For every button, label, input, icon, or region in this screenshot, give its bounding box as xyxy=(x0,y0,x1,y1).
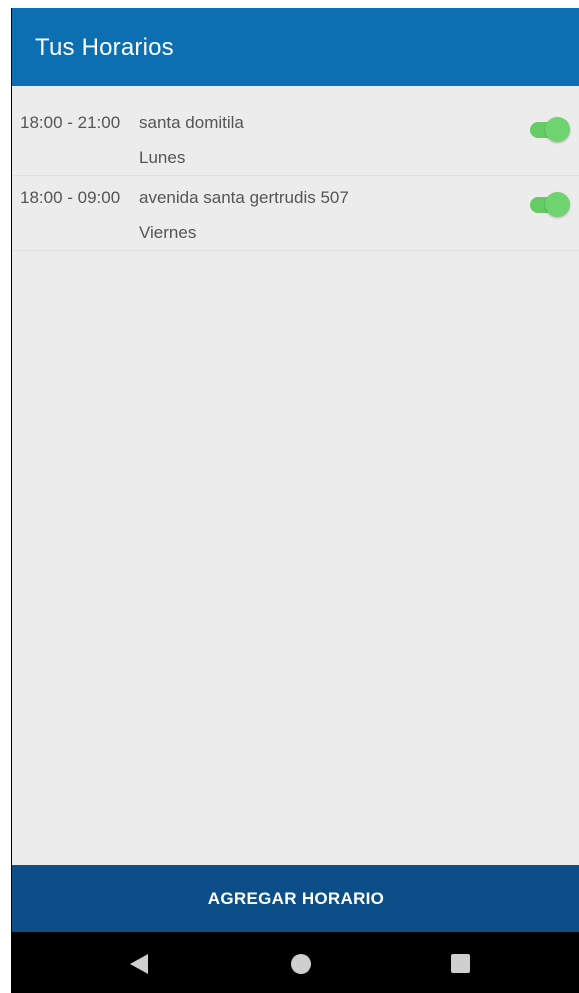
toggle-knob xyxy=(545,117,570,142)
app-bar: Tus Horarios xyxy=(12,8,579,86)
schedule-row[interactable]: 18:00 - 09:00 avenida santa gertrudis 50… xyxy=(12,176,579,251)
schedule-day: Viernes xyxy=(139,223,197,242)
recents-square-icon[interactable] xyxy=(451,954,470,973)
schedule-row[interactable]: 18:00 - 21:00 santa domitila Lunes xyxy=(12,101,579,176)
schedule-list: 18:00 - 21:00 santa domitila Lunes 18:00… xyxy=(12,101,579,251)
add-schedule-button[interactable]: AGREGAR HORARIO xyxy=(12,865,579,932)
schedule-toggle[interactable] xyxy=(530,192,570,217)
toggle-knob xyxy=(545,192,570,217)
app-screen: Tus Horarios 18:00 - 21:00 santa domitil… xyxy=(11,8,579,993)
system-navigation-bar xyxy=(12,932,579,993)
schedule-toggle[interactable] xyxy=(530,117,570,142)
page-title: Tus Horarios xyxy=(35,34,174,61)
schedule-time: 18:00 - 09:00 xyxy=(20,188,121,207)
schedule-day: Lunes xyxy=(139,148,186,167)
home-circle-icon[interactable] xyxy=(291,954,311,974)
schedule-place: avenida santa gertrudis 507 xyxy=(139,188,349,207)
schedule-time: 18:00 - 21:00 xyxy=(20,113,121,132)
back-triangle-icon[interactable] xyxy=(130,954,148,974)
schedule-place: santa domitila xyxy=(139,113,244,132)
